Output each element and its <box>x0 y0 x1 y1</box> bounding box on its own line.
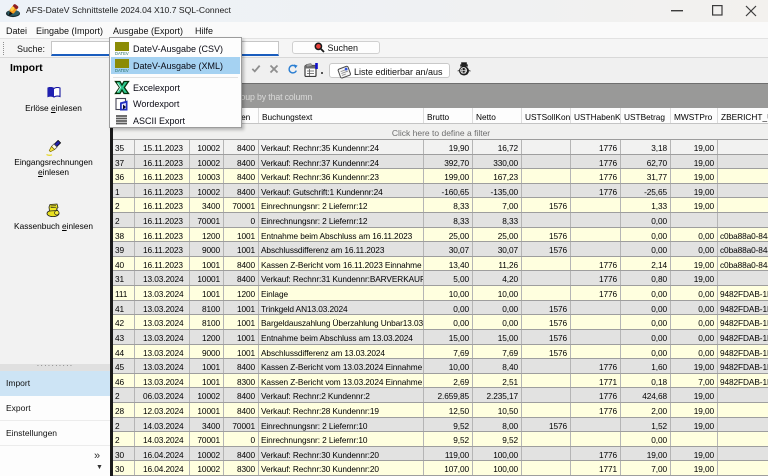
svg-text:DATEV: DATEV <box>115 51 129 56</box>
svg-text:DATEV: DATEV <box>115 68 129 73</box>
